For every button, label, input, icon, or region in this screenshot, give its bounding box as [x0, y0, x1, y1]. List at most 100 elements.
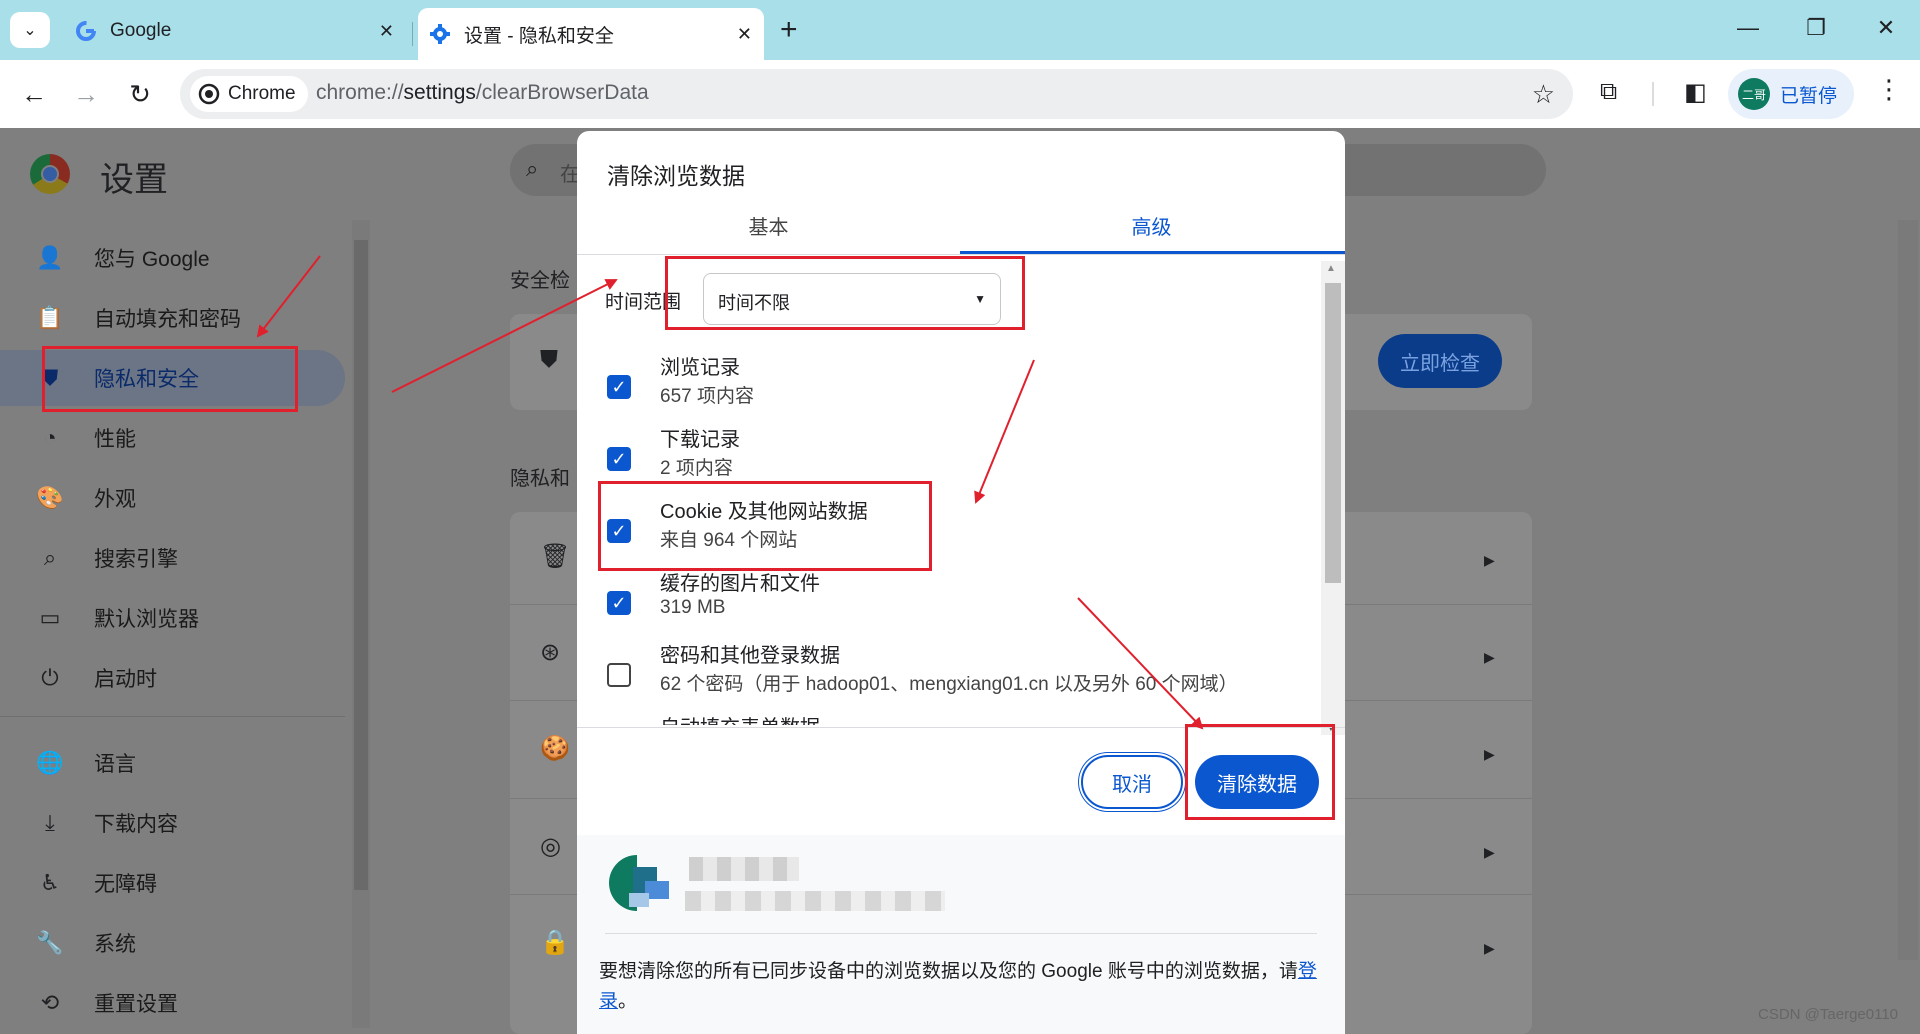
chip-label: Chrome	[228, 83, 296, 104]
sidebar-item-you-and-google[interactable]: 👤 您与 Google	[0, 230, 345, 286]
profile-button[interactable]: 二哥 已暂停	[1728, 69, 1854, 119]
address-bar[interactable]: Chrome chrome://settings/clearBrowserDat…	[180, 69, 1573, 119]
annotation-box-time-range	[665, 256, 1025, 330]
sync-message: 要想清除您的所有已同步设备中的浏览数据以及您的 Google 账号中的浏览数据，…	[599, 961, 1317, 1012]
globe-icon: 🌐	[36, 750, 64, 775]
tab-google[interactable]: Google ✕	[64, 10, 406, 52]
sidebar-item-default-browser[interactable]: ▭ 默认浏览器	[0, 590, 345, 646]
chevron-right-icon[interactable]: ▶	[1484, 746, 1495, 763]
forward-button[interactable]: →	[66, 74, 106, 114]
lock-icon: 🔒	[540, 929, 570, 956]
wrench-icon: 🔧	[36, 930, 64, 955]
annotation-box-privacy	[42, 346, 298, 412]
side-panel-icon[interactable]: ◧	[1684, 78, 1707, 107]
avatar: 二哥	[1738, 78, 1770, 110]
accessibility-icon: ♿	[40, 870, 60, 895]
gauge-icon: ◔	[43, 425, 57, 450]
list-item-autofill[interactable]: 自动填充表单数据	[577, 711, 1317, 725]
arrow-left-icon: ←	[21, 78, 47, 109]
tab-basic[interactable]: 基本	[577, 211, 960, 240]
arrow-right-icon: →	[73, 78, 99, 109]
palette-icon: 🎨	[36, 485, 64, 510]
sidebar-item-on-startup[interactable]: ⏻ 启动时	[0, 650, 345, 706]
tab-divider	[412, 22, 413, 46]
sidebar-item-accessibility[interactable]: ♿ 无障碍	[0, 855, 345, 911]
chrome-logo-icon	[30, 154, 70, 194]
power-icon: ⏻	[41, 665, 59, 690]
cancel-button[interactable]: 取消	[1081, 755, 1183, 809]
gear-icon	[428, 22, 452, 46]
search-icon: ⌕	[43, 545, 57, 570]
restore-icon[interactable]: ❐	[1786, 8, 1846, 48]
google-icon	[74, 19, 98, 43]
tab-title: 设置 - 隐私和安全	[464, 25, 614, 47]
account-email-redacted	[685, 891, 945, 911]
close-icon[interactable]: ✕	[737, 24, 752, 45]
sidebar-item-appearance[interactable]: 🎨 外观	[0, 470, 345, 526]
sync-divider	[605, 933, 1317, 934]
extensions-icon[interactable]: ⧉	[1600, 78, 1617, 106]
chevron-down-icon: ⌄	[23, 22, 37, 39]
checkbox-downloads[interactable]: ✓	[607, 447, 631, 471]
chevron-right-icon[interactable]: ▶	[1484, 940, 1495, 957]
sidebar-item-downloads[interactable]: ⤓ 下载内容	[0, 795, 345, 851]
chevron-right-icon[interactable]: ▶	[1484, 649, 1495, 666]
section-privacy: 隐私和	[510, 468, 570, 490]
dialog-title: 清除浏览数据	[607, 163, 745, 189]
sidebar-item-system[interactable]: 🔧 系统	[0, 915, 345, 971]
search-icon: ⌕	[526, 156, 539, 181]
chrome-icon	[198, 83, 220, 105]
sidebar-item-reset[interactable]: ⟲ 重置设置	[0, 975, 345, 1031]
new-tab-button[interactable]: +	[780, 12, 798, 48]
chevron-right-icon[interactable]: ▶	[1484, 844, 1495, 861]
sidebar-item-languages[interactable]: 🌐 语言	[0, 735, 345, 791]
watermark: CSDN @Taerge0110	[1758, 1006, 1899, 1023]
back-button[interactable]: ←	[14, 74, 54, 114]
scroll-up-icon[interactable]: ▲	[1326, 263, 1336, 274]
ads-icon: ◎	[540, 833, 561, 860]
reload-button[interactable]: ↻	[120, 74, 160, 114]
browser-icon: ▭	[39, 605, 61, 630]
account-name-redacted	[689, 857, 799, 881]
sidebar-scroll-thumb[interactable]	[354, 240, 368, 890]
bookmark-star-icon[interactable]: ☆	[1532, 79, 1555, 110]
sidebar-item-performance[interactable]: ◔ 性能	[0, 410, 345, 466]
shield-check-icon: ⛊	[540, 346, 558, 373]
checkbox-history[interactable]: ✓	[607, 375, 631, 399]
tab-settings[interactable]: 设置 - 隐私和安全 ✕	[418, 8, 764, 60]
history-icon: ⟲	[40, 990, 60, 1015]
window-close-icon[interactable]: ✕	[1856, 8, 1916, 48]
sidebar-item-search-engine[interactable]: ⌕ 搜索引擎	[0, 530, 345, 586]
tab-search-button[interactable]: ⌄	[10, 12, 50, 48]
tab-title: Google	[110, 20, 172, 41]
page-title: 设置	[100, 161, 168, 199]
profile-status: 已暂停	[1780, 85, 1838, 107]
checkbox-cache[interactable]: ✓	[607, 591, 631, 615]
account-avatar	[609, 855, 669, 911]
minimize-icon[interactable]: —	[1718, 8, 1778, 48]
toolbar-divider	[1652, 82, 1654, 106]
download-icon: ⤓	[45, 810, 55, 835]
tab-advanced[interactable]: 高级	[960, 211, 1343, 240]
url-text[interactable]: chrome://settings/clearBrowserData	[316, 81, 649, 105]
more-menu-icon[interactable]: ⋮	[1876, 74, 1902, 105]
site-info-chip[interactable]: Chrome	[190, 76, 308, 112]
tab-indicator	[960, 251, 1345, 254]
section-safety-check: 安全检	[510, 270, 570, 292]
toolbar: ← → ↻ Chrome chrome://settings/clearBrow…	[0, 60, 1920, 128]
trash-icon: 🗑	[540, 543, 571, 570]
annotation-box-clear-button	[1185, 724, 1335, 820]
cookie-icon: 🍪	[540, 735, 570, 762]
check-now-button[interactable]: 立即检查	[1378, 334, 1502, 388]
chevron-right-icon[interactable]: ▶	[1484, 552, 1495, 569]
main-scrollbar[interactable]	[1898, 220, 1918, 960]
dialog-scroll-thumb[interactable]	[1325, 283, 1341, 583]
reload-icon: ↻	[129, 78, 151, 109]
person-icon: 👤	[36, 245, 64, 270]
close-icon[interactable]: ✕	[379, 21, 394, 42]
sidebar-item-autofill[interactable]: 📋 自动填充和密码	[0, 290, 345, 346]
tab-strip: ⌄ Google ✕ 设置 - 隐私和安全 ✕ + — ❐ ✕	[0, 0, 1920, 60]
checkbox-passwords[interactable]	[607, 663, 631, 687]
sidebar-divider	[0, 716, 345, 717]
annotation-box-cookies	[598, 481, 932, 571]
